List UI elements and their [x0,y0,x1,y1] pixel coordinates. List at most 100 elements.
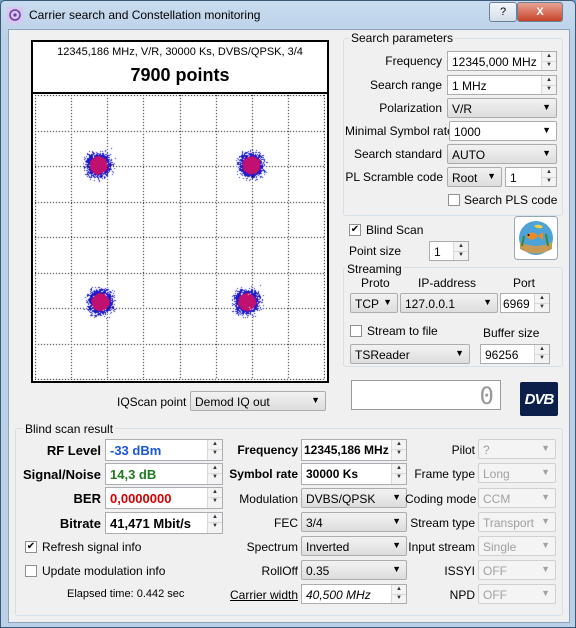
spin-down-icon[interactable]: ▼ [208,449,222,458]
result-symbol-rate-field[interactable]: 30000 Ks ▲ ▼ [301,463,407,485]
input-stream-select: Single ▼ [478,536,556,556]
spectrum-select[interactable]: Inverted ▼ [301,536,407,556]
fec-select[interactable]: 3/4 ▼ [301,512,407,532]
dialog-client-area: 12345,186 MHz, V/R, 30000 Ks, DVBS/QPSK,… [8,29,570,623]
carrier-width-link[interactable]: Carrier width [215,588,298,602]
modulation-value: DVBS/QPSK [306,492,376,506]
spin-down-icon[interactable]: ▼ [542,85,556,94]
iq-scan-point-select[interactable]: Demod IQ out ▼ [190,391,326,411]
point-size-label: Point size [349,244,402,258]
pl-mode-value: Root [452,171,478,185]
frame-type-value: Long [483,467,510,481]
rf-level-field[interactable]: -33 dBm ▲ ▼ [105,439,223,461]
refresh-signal-label: Refresh signal info [42,540,142,554]
blind-scan-checkbox[interactable]: ✔ [349,224,361,236]
pl-mode-select[interactable]: Root ▼ [447,167,502,187]
signal-noise-label: Signal/Noise [22,467,101,482]
update-modulation-checkbox[interactable] [25,565,37,577]
bitrate-field[interactable]: 41,471 Mbit/s ▲ ▼ [105,512,223,534]
buffer-size-value: 96256 [485,348,519,362]
frequency-spinbox[interactable]: 12345,000 MHz ▲ ▼ [447,51,557,71]
frame-type-select: Long ▼ [478,463,556,483]
search-pls-checkbox[interactable] [448,194,460,206]
frame-type-label: Frame type [414,467,475,481]
issyi-select: OFF ▼ [478,560,556,580]
spin-down-icon[interactable]: ▼ [542,177,556,186]
stream-to-file-checkbox[interactable] [350,325,362,337]
spin-down-icon[interactable]: ▼ [392,449,406,458]
pilot-value: ? [483,443,490,457]
iq-scan-point-label: IQScan point [117,395,187,409]
pl-code-value: 1 [510,171,517,185]
result-symbol-rate-label: Symbol rate [229,467,298,481]
fish-logo-icon[interactable] [514,216,558,260]
constellation-plot [35,95,325,380]
polarization-value: V/R [452,102,473,116]
carrier-width-value: 40,500 MHz [306,588,371,602]
pilot-select: ? ▼ [478,439,556,459]
elapsed-time: Elapsed time: 0.442 sec [67,588,185,600]
close-button[interactable]: X [517,2,563,22]
iq-scan-point-value: Demod IQ out [195,395,270,409]
ber-field[interactable]: 0,0000000 ▲ ▼ [105,487,223,509]
ber-label: BER [73,491,101,506]
pl-code-spinbox[interactable]: 1 ▲ ▼ [505,167,557,187]
chevron-down-icon: ▼ [542,148,551,158]
window-title: Carrier search and Constellation monitor… [29,8,261,22]
spin-down-icon[interactable]: ▼ [535,303,549,312]
app-icon [7,7,23,23]
header-divider [33,92,327,94]
chevron-down-icon: ▼ [542,102,551,112]
rolloff-select[interactable]: 0.35 ▼ [301,560,407,580]
spin-down-icon[interactable]: ▼ [542,61,556,70]
signal-noise-field[interactable]: 14,3 dB ▲ ▼ [105,463,223,485]
dvb-logo-text: DVB [524,391,555,408]
result-frequency-field[interactable]: 12345,186 MHz ▲ ▼ [301,439,407,461]
modulation-select[interactable]: DVBS/QPSK ▼ [301,488,407,508]
reader-value: TSReader [355,348,410,362]
signal-noise-value: 14,3 dB [110,467,157,482]
search-range-spinbox[interactable]: 1 MHz ▲ ▼ [447,75,557,95]
min-symbol-rate-value: 1000 [454,125,481,139]
spin-down-icon[interactable]: ▼ [392,594,406,603]
spin-down-icon[interactable]: ▼ [535,354,549,363]
polarization-label: Polarization [379,101,442,115]
chevron-down-icon: ▼ [392,564,401,574]
issyi-label: ISSYI [444,564,475,578]
title-bar[interactable]: Carrier search and Constellation monitor… [1,1,575,29]
polarization-select[interactable]: V/R ▼ [447,98,557,118]
proto-select[interactable]: TCP ▼ [350,293,398,313]
pl-scramble-label: PL Scramble code [345,170,443,184]
application-window: Carrier search and Constellation monitor… [0,0,576,628]
buffer-size-spinbox[interactable]: 96256 ▲ ▼ [480,344,550,364]
rf-level-label: RF Level [46,443,101,458]
ip-address-select[interactable]: 127.0.0.1 ▼ [400,293,498,313]
update-modulation-label: Update modulation info [42,564,166,578]
stream-type-value: Transport [483,516,534,530]
port-spinbox[interactable]: 6969 ▲ ▼ [500,293,550,313]
carrier-width-field[interactable]: 40,500 MHz ▲ ▼ [301,584,407,604]
spin-down-icon[interactable]: ▼ [454,251,468,260]
min-symbol-rate-select[interactable]: 1000 ▼ [449,121,557,141]
chevron-down-icon: ▼ [541,516,550,526]
result-symbol-rate-value: 30000 Ks [306,467,359,481]
blind-scan-result-title: Blind scan result [23,422,116,436]
spin-down-icon[interactable]: ▼ [392,473,406,482]
input-stream-label: Input stream [408,540,475,554]
result-frequency-label: Frequency [237,443,298,457]
reader-select[interactable]: TSReader ▼ [350,344,470,364]
chevron-down-icon: ▼ [455,348,464,358]
chevron-down-icon: ▼ [392,492,401,502]
chevron-down-icon: ▼ [541,467,550,477]
chevron-down-icon: ▼ [311,395,320,405]
refresh-signal-checkbox[interactable]: ✔ [25,541,37,553]
blind-scan-label: Blind Scan [366,223,424,237]
chevron-down-icon: ▼ [541,443,550,453]
coding-mode-value: CCM [483,492,511,506]
point-size-spinbox[interactable]: 1 ▲ ▼ [429,241,469,261]
help-button[interactable]: ? [489,2,517,22]
ber-value: 0,0000000 [110,491,172,506]
chevron-down-icon: ▼ [392,516,401,526]
search-standard-select[interactable]: AUTO ▼ [447,144,557,164]
lcd-value: 0 [479,382,494,410]
